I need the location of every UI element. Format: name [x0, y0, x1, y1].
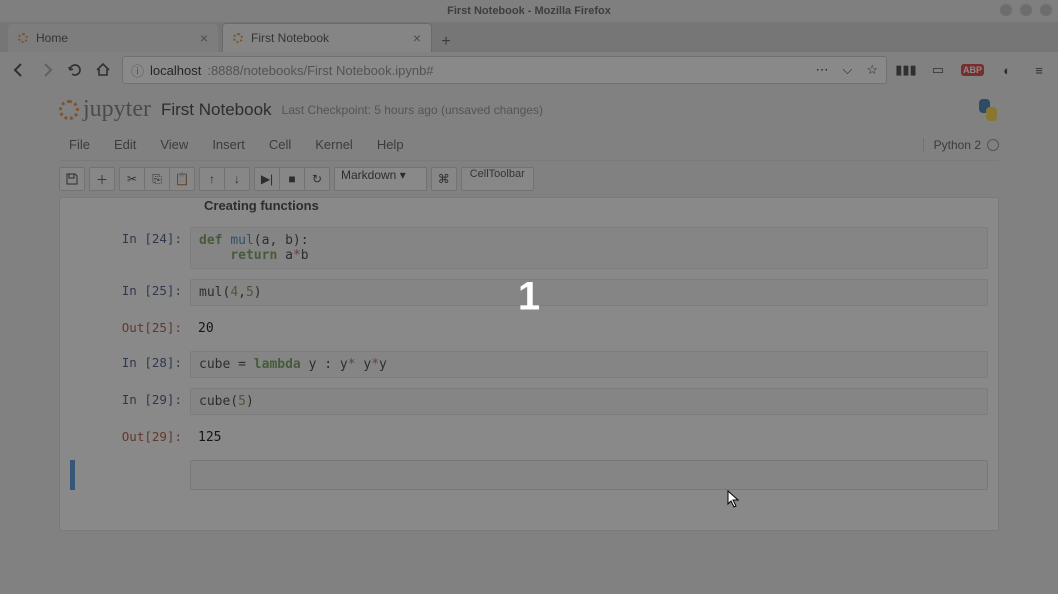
- code-cell[interactable]: In [24]: def mul(a, b): return a*b: [70, 227, 988, 269]
- markdown-heading[interactable]: Creating functions: [70, 198, 988, 217]
- jupyter-favicon-icon: [233, 33, 243, 43]
- maximize-icon[interactable]: [1020, 4, 1032, 16]
- new-tab-button[interactable]: +: [436, 32, 456, 52]
- output-prompt: Out[29]:: [70, 425, 190, 444]
- input-prompt: In [28]:: [70, 351, 190, 370]
- interrupt-kernel-button[interactable]: ■: [279, 167, 305, 191]
- celltoolbar-button[interactable]: CellToolbar: [461, 167, 534, 191]
- window-title-text: First Notebook - Mozilla Firefox: [447, 5, 611, 17]
- adblock-icon[interactable]: ABP: [961, 64, 984, 76]
- page-actions-icon[interactable]: ⋯: [815, 62, 828, 78]
- tab-label: Home: [36, 31, 68, 45]
- back-button[interactable]: [10, 61, 28, 79]
- toolbar: ＋ ✂ ⎘ 📋 ↑ ↓ ▶| ■ ↻ Markdown ▾ ⌘ CellTool…: [59, 161, 999, 198]
- selected-empty-cell[interactable]: [70, 460, 988, 490]
- reload-button[interactable]: [66, 61, 84, 79]
- menu-cell[interactable]: Cell: [259, 133, 301, 156]
- menu-view[interactable]: View: [150, 133, 198, 156]
- browser-tab-notebook[interactable]: First Notebook ×: [222, 23, 432, 52]
- home-button[interactable]: [94, 61, 112, 79]
- nav-bar: ⓘ localhost :8888/notebooks/First Noteboo…: [0, 52, 1058, 88]
- notebook-title[interactable]: First Notebook: [161, 100, 272, 120]
- command-palette-button[interactable]: ⌘: [431, 167, 457, 191]
- notebook-header: jupyter First Notebook Last Checkpoint: …: [59, 88, 999, 129]
- paste-cell-button[interactable]: 📋: [169, 167, 195, 191]
- input-prompt: In [24]:: [70, 227, 190, 246]
- input-prompt: In [29]:: [70, 388, 190, 407]
- cut-cell-button[interactable]: ✂: [119, 167, 145, 191]
- output-row: Out[25]: 20: [70, 316, 988, 341]
- code-input[interactable]: cube = lambda y : y* y*y: [190, 351, 988, 378]
- minimize-icon[interactable]: [1000, 4, 1012, 16]
- url-bar[interactable]: ⓘ localhost :8888/notebooks/First Noteboo…: [122, 56, 887, 84]
- move-cell-down-button[interactable]: ↓: [224, 167, 250, 191]
- close-tab-icon[interactable]: ×: [200, 30, 208, 46]
- menu-kernel[interactable]: Kernel: [305, 133, 363, 156]
- url-rest: :8888/notebooks/First Notebook.ipynb#: [207, 63, 433, 78]
- pocket-icon[interactable]: ⌵: [842, 62, 852, 78]
- jupyter-favicon-icon: [18, 33, 28, 43]
- profile-icon[interactable]: ◐: [998, 61, 1016, 79]
- window-title-bar: First Notebook - Mozilla Firefox: [0, 0, 1058, 22]
- code-input[interactable]: [190, 460, 988, 490]
- python-kernel-logo-icon: [977, 99, 999, 121]
- jupyter-logo-text: jupyter: [83, 96, 151, 123]
- jupyter-logo-icon: [59, 100, 79, 120]
- restart-kernel-button[interactable]: ↻: [304, 167, 330, 191]
- forward-button[interactable]: [38, 61, 56, 79]
- code-input[interactable]: cube(5): [190, 388, 988, 415]
- info-icon[interactable]: ⓘ: [131, 61, 144, 80]
- browser-tab-home[interactable]: Home ×: [8, 24, 218, 52]
- output-text: 20: [190, 316, 988, 341]
- code-cell[interactable]: In [28]: cube = lambda y : y* y*y: [70, 351, 988, 378]
- kernel-status-icon: [987, 139, 999, 151]
- kernel-name[interactable]: Python 2: [934, 138, 981, 152]
- menubar: File Edit View Insert Cell Kernel Help P…: [59, 129, 999, 161]
- close-window-icon[interactable]: [1040, 4, 1052, 16]
- output-text: 125: [190, 425, 988, 450]
- save-button[interactable]: [59, 167, 85, 191]
- url-host: localhost: [150, 63, 201, 78]
- input-prompt: In [25]:: [70, 279, 190, 298]
- code-cell[interactable]: In [29]: cube(5): [70, 388, 988, 415]
- library-icon[interactable]: ▮▮▮: [897, 61, 915, 79]
- bookmark-star-icon[interactable]: ☆: [866, 62, 878, 78]
- cell-type-value: Markdown: [341, 168, 396, 182]
- notebook-cells-area[interactable]: Creating functions In [24]: def mul(a, b…: [59, 198, 999, 531]
- insert-cell-button[interactable]: ＋: [89, 167, 115, 191]
- move-cell-up-button[interactable]: ↑: [199, 167, 225, 191]
- code-input[interactable]: def mul(a, b): return a*b: [190, 227, 988, 269]
- output-prompt: Out[25]:: [70, 316, 190, 335]
- menu-insert[interactable]: Insert: [202, 133, 255, 156]
- code-cell[interactable]: In [25]: mul(4,5): [70, 279, 988, 306]
- run-cell-button[interactable]: ▶|: [254, 167, 280, 191]
- tab-strip: Home × First Notebook × +: [0, 22, 1058, 52]
- code-input[interactable]: mul(4,5): [190, 279, 988, 306]
- reader-icon[interactable]: ▭: [929, 61, 947, 79]
- menu-edit[interactable]: Edit: [104, 133, 146, 156]
- tab-label: First Notebook: [251, 31, 329, 45]
- menu-help[interactable]: Help: [367, 133, 414, 156]
- jupyter-logo[interactable]: jupyter: [59, 96, 151, 123]
- copy-cell-button[interactable]: ⎘: [144, 167, 170, 191]
- close-tab-icon[interactable]: ×: [413, 30, 421, 46]
- output-row: Out[29]: 125: [70, 425, 988, 450]
- checkpoint-status: Last Checkpoint: 5 hours ago (unsaved ch…: [282, 103, 544, 117]
- cell-type-select[interactable]: Markdown ▾: [334, 167, 427, 191]
- menu-icon[interactable]: ≡: [1030, 61, 1048, 79]
- menu-file[interactable]: File: [59, 133, 100, 156]
- input-prompt: [75, 460, 190, 464]
